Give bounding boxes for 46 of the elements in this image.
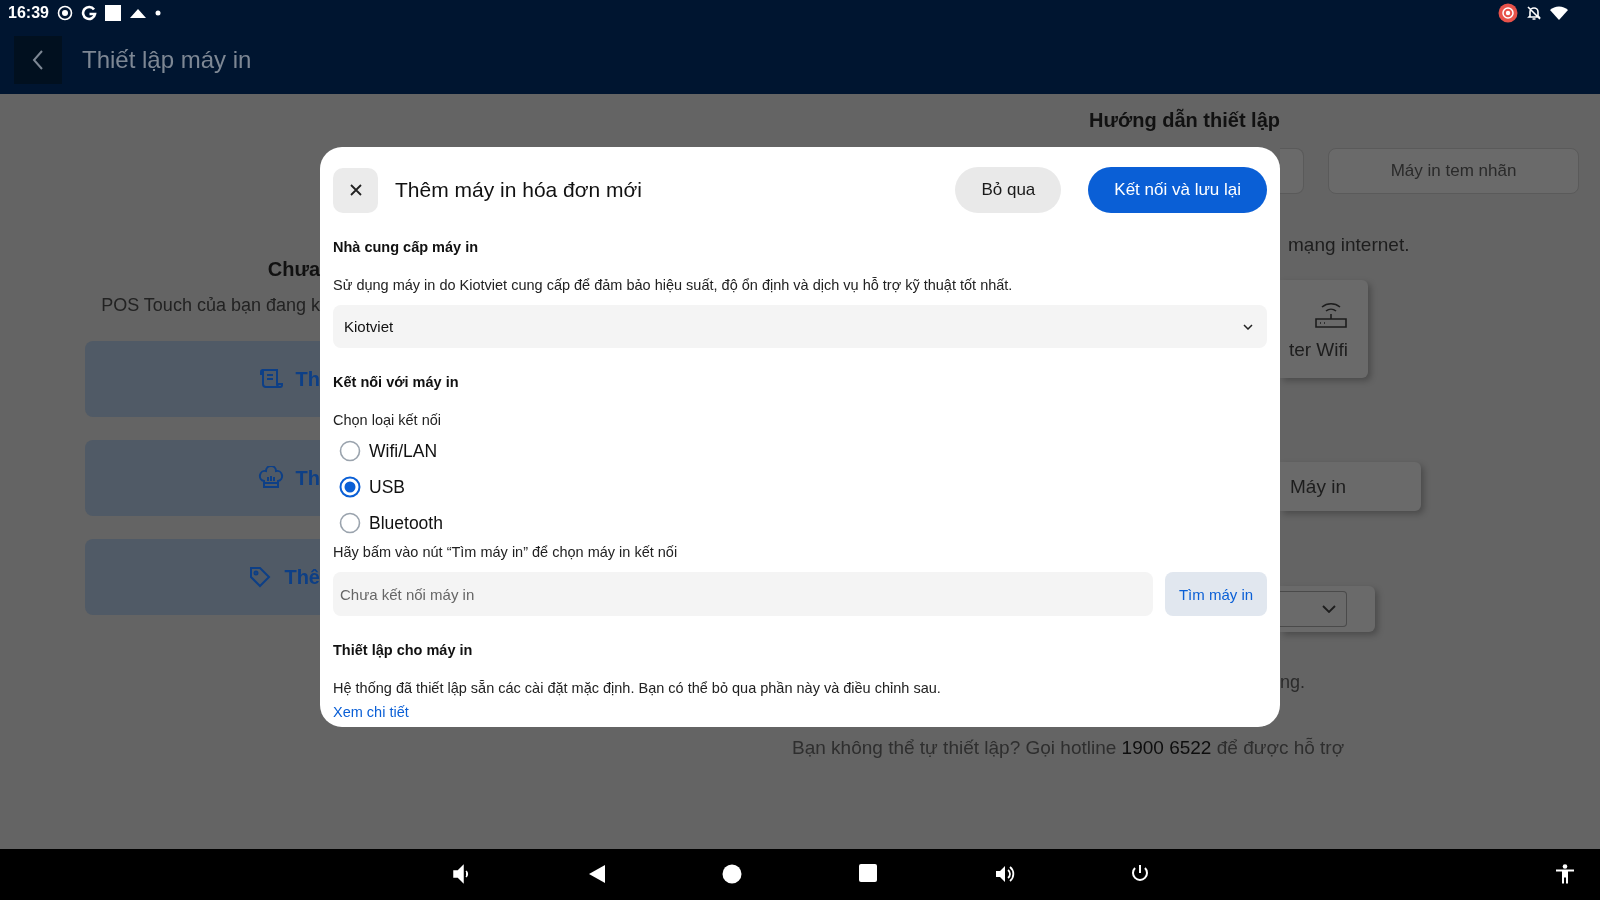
close-button[interactable]: [333, 167, 378, 213]
volume-up-icon[interactable]: [994, 864, 1016, 884]
radio-option[interactable]: Wifi/LAN: [339, 440, 438, 462]
hint-text: Hãy bấm vào nút “Tìm máy in” để chọn máy in kết nối: [333, 544, 679, 560]
chevron-down-icon: [1322, 605, 1336, 613]
receipt-icon: [257, 367, 284, 391]
provider-select[interactable]: Kiotviet: [333, 305, 1267, 348]
square-icon: [104, 5, 121, 21]
back-icon[interactable]: [588, 864, 606, 884]
details-link[interactable]: Xem chi tiết: [333, 704, 409, 720]
printer-field[interactable]: Chưa kết nối máy in: [333, 572, 1153, 616]
radio-option[interactable]: Bluetooth: [339, 512, 443, 534]
section-heading: Kết nối với máy in: [333, 374, 460, 390]
dialog-title: Thêm máy in hóa đơn mới: [395, 178, 643, 202]
skip-button[interactable]: Bỏ qua: [955, 167, 1062, 213]
g-icon: [80, 5, 97, 21]
connection-card[interactable]: ter Wifi: [1280, 280, 1368, 378]
section-heading: Thiết lập cho máy in: [333, 642, 474, 658]
record-icon: [56, 5, 73, 21]
connect-save-button[interactable]: Kết nối và lưu lại: [1088, 167, 1267, 213]
chef-hat-icon: [257, 466, 284, 490]
clock: 16:39: [8, 4, 49, 22]
section-title: Chưa: [267, 257, 320, 281]
tag-icon: [248, 565, 273, 589]
wifi-icon: [1550, 5, 1568, 21]
page-title: Thiết lập máy in: [82, 46, 252, 74]
field-label: Chọn loại kết nối: [333, 412, 442, 428]
section-description: Sử dụng máy in do Kiotviet cung cấp để đảm bảo hiệu suất, độ ổn định và dịch vụ hỗ trợ kỹ thuật tốt nhất.: [333, 277, 1014, 293]
guide-text: mạng internet.: [1287, 234, 1410, 256]
chevron-left-icon: [31, 49, 45, 71]
guide-title: Hướng dẫn thiết lập: [1089, 109, 1280, 132]
section-description: Hệ thống đã thiết lập sẵn các cài đặt mặc định. Bạn có thể bỏ qua phần này và điều chỉnh sau.: [333, 680, 942, 696]
close-icon: [348, 183, 363, 197]
printer-button[interactable]: Máy in: [1280, 462, 1421, 511]
record-icon: [1498, 3, 1518, 23]
section-subtitle: POS Touch của bạn đang k: [101, 294, 320, 317]
chevron-down-icon: [1243, 323, 1253, 330]
dot-icon: [154, 10, 161, 16]
accessibility-icon[interactable]: [1555, 864, 1575, 884]
power-icon[interactable]: [1130, 864, 1150, 884]
guide-note: ng.: [1280, 672, 1306, 693]
bell-off-icon: [1526, 5, 1542, 21]
home-icon[interactable]: [722, 864, 742, 884]
section-heading: Nhà cung cấp máy in: [333, 239, 480, 255]
find-printer-button[interactable]: Tìm máy in: [1165, 572, 1267, 616]
radio-option[interactable]: USB: [339, 476, 405, 498]
